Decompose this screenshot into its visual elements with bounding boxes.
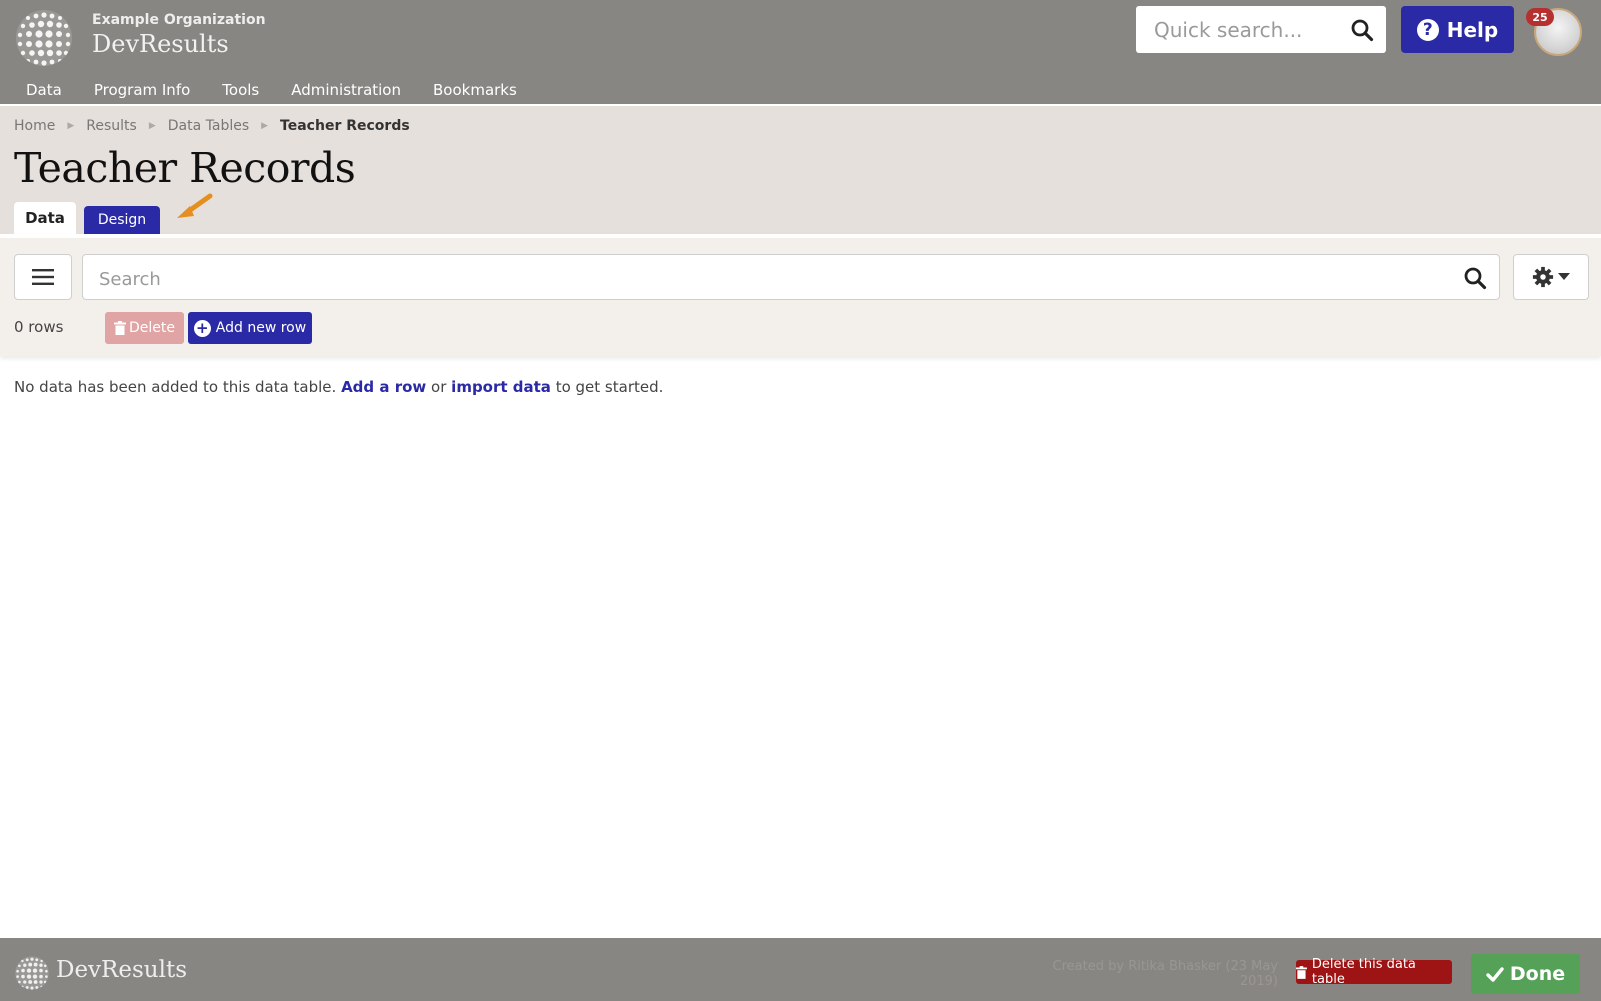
nav-item-program-info[interactable]: Program Info [78, 79, 206, 105]
quick-search-input[interactable] [1152, 15, 1346, 45]
breadcrumb-separator-icon: ▶ [261, 121, 269, 131]
question-circle-icon: ? [1416, 18, 1439, 41]
empty-state-text: or [426, 378, 452, 396]
delete-data-table-label: Delete this data table [1311, 957, 1416, 987]
quick-search [1136, 6, 1386, 53]
help-button[interactable]: ? Help [1401, 6, 1514, 53]
table-toolbar: 0 rows Delete + Add new row [0, 238, 1601, 356]
app-header: Example Organization DevResults ? Help 2… [0, 0, 1601, 106]
add-row-link[interactable]: Add a row [341, 378, 426, 396]
globe-dots-icon [14, 955, 50, 991]
globe-dots-icon[interactable] [14, 8, 74, 68]
done-button-label: Done [1509, 963, 1566, 985]
breadcrumb-data-tables[interactable]: Data Tables [168, 118, 249, 134]
main-nav: Data Program Info Tools Administration B… [10, 79, 533, 105]
table-search-input[interactable] [97, 265, 1441, 293]
footer-brand: DevResults [56, 957, 187, 983]
empty-state-message: No data has been added to this data tabl… [14, 378, 663, 396]
check-icon [1486, 966, 1504, 982]
page-title: Teacher Records [14, 144, 356, 192]
hamburger-icon [32, 269, 54, 285]
tab-data[interactable]: Data [14, 202, 76, 234]
add-new-row-button[interactable]: + Add new row [188, 312, 312, 344]
delete-button[interactable]: Delete [105, 312, 184, 344]
import-data-link[interactable]: import data [451, 378, 551, 396]
delete-data-table-button[interactable]: Delete this data table [1296, 957, 1452, 987]
notification-badge[interactable]: 25 [1526, 8, 1554, 26]
trash-icon [114, 321, 126, 335]
created-by-text: Created by Ritika Bhasker (23 May 2019) [1052, 959, 1278, 989]
breadcrumb-current: Teacher Records [280, 118, 410, 134]
empty-state-text: to get started. [550, 378, 664, 396]
empty-state-text: No data has been added to this data tabl… [14, 378, 342, 396]
done-button[interactable]: Done [1471, 954, 1580, 994]
nav-item-administration[interactable]: Administration [275, 79, 417, 105]
breadcrumb-separator-icon: ▶ [67, 121, 75, 131]
nav-item-bookmarks[interactable]: Bookmarks [417, 79, 533, 105]
breadcrumb-separator-icon: ▶ [148, 121, 156, 131]
page-footer: DevResults Created by Ritika Bhasker (23… [0, 938, 1601, 1001]
trash-icon [1296, 965, 1307, 979]
nav-item-data[interactable]: Data [10, 79, 78, 105]
gear-icon [1532, 266, 1554, 288]
add-new-row-label: Add new row [215, 320, 307, 336]
column-menu-button[interactable] [14, 254, 72, 300]
plus-circle-icon: + [193, 319, 211, 337]
organization-name: Example Organization [92, 12, 266, 28]
pointer-arrow-icon [177, 193, 213, 218]
table-settings-button[interactable] [1513, 254, 1589, 300]
app-name[interactable]: DevResults [92, 30, 229, 58]
search-icon[interactable] [1350, 18, 1374, 42]
table-search [82, 254, 1500, 300]
breadcrumb: Home ▶ Results ▶ Data Tables ▶ Teacher R… [14, 118, 410, 134]
nav-item-tools[interactable]: Tools [206, 79, 275, 105]
search-icon[interactable] [1463, 266, 1487, 290]
row-count: 0 rows [14, 318, 64, 336]
title-band: Home ▶ Results ▶ Data Tables ▶ Teacher R… [0, 106, 1601, 234]
help-button-label: Help [1446, 17, 1499, 42]
delete-button-label: Delete [129, 320, 175, 336]
breadcrumb-home[interactable]: Home [14, 118, 55, 134]
tab-design[interactable]: Design [84, 206, 160, 234]
caret-down-icon [1558, 273, 1570, 280]
breadcrumb-results[interactable]: Results [86, 118, 137, 134]
